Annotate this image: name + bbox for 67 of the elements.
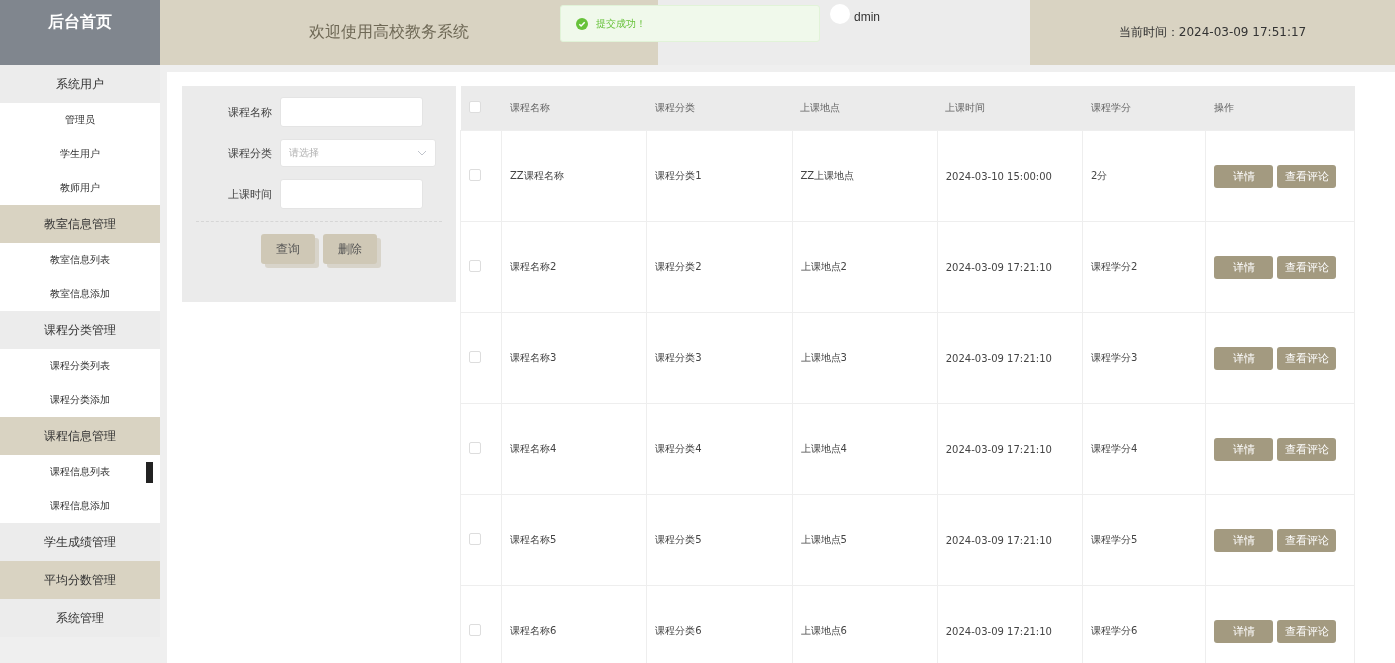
checkbox[interactable]: [469, 351, 481, 363]
checkbox[interactable]: [469, 169, 481, 181]
field-label: 课程名称: [227, 104, 272, 120]
table-cell: 课程名称5: [510, 534, 557, 545]
column-header: 操作: [1213, 102, 1234, 113]
field-label: 课程分类: [227, 145, 272, 161]
column-header: 上课时间: [945, 102, 986, 113]
table-cell: 课程分类2: [655, 261, 702, 272]
user-name: dmin: [854, 10, 880, 24]
brand-title: 后台首页: [0, 0, 160, 65]
table-cell: 上课地点3: [800, 352, 847, 363]
success-icon: [576, 17, 588, 30]
table-cell: 上课地点2: [800, 261, 847, 272]
menu-item[interactable]: 课程分类添加: [0, 383, 160, 417]
table-cell: 2024-03-09 17:21:10: [945, 443, 1052, 455]
checkbox[interactable]: [468, 101, 481, 113]
menu-item[interactable]: 教室信息列表: [0, 243, 160, 277]
table-cell: 课程名称4: [510, 443, 557, 454]
menu-item[interactable]: 教室信息添加: [0, 277, 160, 311]
menu-item[interactable]: 课程信息添加: [0, 489, 160, 523]
table-cell: 课程分类6: [655, 625, 702, 636]
input-field[interactable]: [280, 97, 423, 127]
column-header: 上课地点: [800, 102, 840, 113]
table-cell: 课程分类3: [655, 352, 702, 363]
menu-item[interactable]: 管理员: [0, 103, 160, 137]
menu-item[interactable]: 学生用户: [0, 137, 160, 171]
chevron-down-icon: [417, 150, 427, 156]
menu-group[interactable]: 平均分数管理: [0, 561, 160, 599]
table-cell: 课程名称2: [510, 261, 557, 272]
table-cell: 课程分类5: [655, 534, 702, 545]
column-header: 课程学分: [1090, 102, 1131, 113]
table-cell: 2024-03-10 15:00:00: [945, 170, 1052, 182]
checkbox[interactable]: [469, 533, 481, 545]
menu-item[interactable]: 教师用户: [0, 171, 160, 205]
checkbox[interactable]: [469, 442, 481, 454]
table-cell: ZZ上课地点: [800, 170, 855, 181]
menu-group[interactable]: 教室信息管理: [0, 205, 160, 243]
table-cell: 课程学分5: [1091, 534, 1138, 545]
column-header: 课程分类: [654, 102, 695, 113]
table-cell: 课程分类1: [655, 170, 702, 181]
checkbox[interactable]: [469, 260, 481, 272]
table-cell: 2024-03-09 17:21:10: [945, 352, 1052, 364]
table-cell: 上课地点5: [800, 534, 847, 545]
table-cell: 课程学分3: [1091, 352, 1138, 363]
table-cell: 课程学分4: [1091, 443, 1138, 454]
table-cell: 2分: [1091, 170, 1108, 181]
checkbox[interactable]: [469, 624, 481, 636]
table-cell: 2024-03-09 17:21:10: [945, 534, 1052, 546]
input-field[interactable]: [280, 179, 423, 209]
current-time: 当前时间：2024-03-09 17:51:17: [1118, 24, 1307, 41]
table-cell: 课程学分2: [1091, 261, 1138, 272]
table-cell: ZZ课程名称: [510, 170, 564, 181]
field-label: 上课时间: [227, 186, 272, 202]
column-header: 课程名称: [509, 102, 550, 113]
menu-item[interactable]: 课程分类列表: [0, 349, 160, 383]
table-cell: 课程名称6: [510, 625, 557, 636]
welcome-title: 欢迎使用高校教务系统: [309, 22, 469, 43]
menu-group[interactable]: 课程信息管理: [0, 417, 160, 455]
table-cell: 课程名称3: [510, 352, 557, 363]
table-cell: 课程学分6: [1091, 625, 1138, 636]
table-cell: 上课地点4: [800, 443, 847, 454]
table-cell: 课程分类4: [655, 443, 702, 454]
table-cell: 2024-03-09 17:21:10: [945, 261, 1052, 273]
menu-item[interactable]: 课程信息列表: [0, 455, 160, 489]
toast-message: 提交成功！: [596, 16, 646, 31]
table-cell: 上课地点6: [800, 625, 847, 636]
table-cell: 2024-03-09 17:21:10: [945, 625, 1052, 637]
